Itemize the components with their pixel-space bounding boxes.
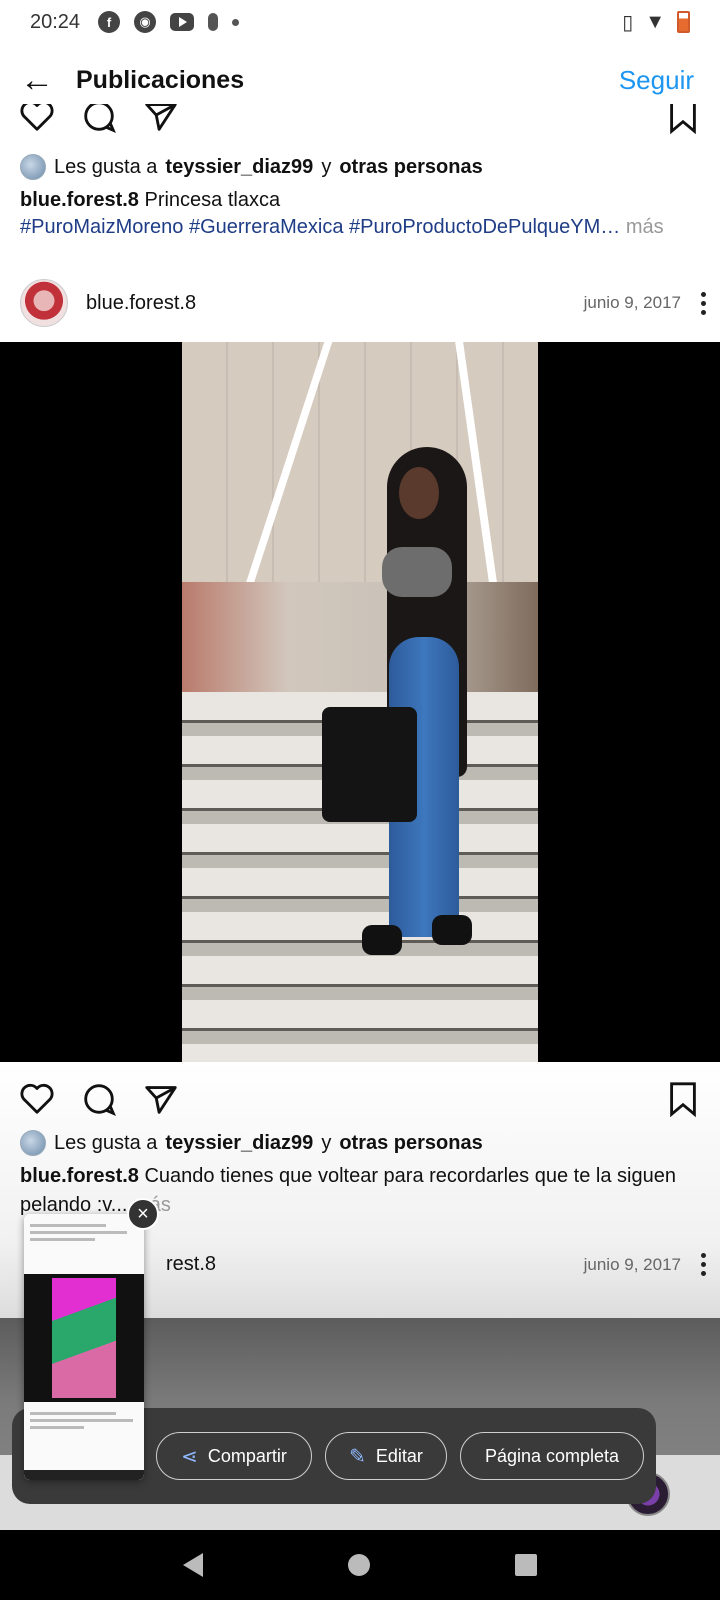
photo-bag — [322, 707, 417, 822]
edit-label: Editar — [375, 1445, 423, 1466]
follow-button[interactable]: Seguir — [619, 65, 694, 96]
photo-shoe — [432, 915, 472, 945]
post-date: junio 9, 2017 — [583, 1254, 681, 1274]
status-bar: 20:24 f ◉ ▯ ▼ — [0, 0, 720, 44]
likes-user-link[interactable]: teyssier_diaz99 — [165, 156, 313, 179]
likes-others-link[interactable]: otras personas — [339, 156, 482, 179]
share-send-icon[interactable] — [142, 1080, 180, 1118]
post-photo-container[interactable] — [0, 342, 720, 1062]
chrome-icon: ◉ — [134, 11, 157, 33]
liker-avatar[interactable] — [20, 154, 46, 180]
share-send-icon[interactable] — [142, 104, 180, 135]
photo-face — [399, 467, 439, 519]
nav-home-icon[interactable] — [347, 1554, 370, 1576]
post1-caption: blue.forest.8 Princesa tlaxca — [20, 186, 710, 215]
share-label: Compartir — [207, 1445, 287, 1466]
liker-avatar[interactable] — [20, 1130, 46, 1156]
post2-caption: blue.forest.8 Cuando tienes que voltear … — [20, 1162, 710, 1220]
system-navigation-bar — [0, 1530, 720, 1600]
like-heart-icon[interactable] — [18, 104, 56, 135]
post-author-username[interactable]: rest.8 — [166, 1253, 216, 1276]
full-page-label: Página completa — [484, 1445, 620, 1466]
post2-header: blue.forest.8 junio 9, 2017 — [20, 279, 706, 327]
post-author-username[interactable]: blue.forest.8 — [86, 292, 196, 315]
thumbnail-nav — [24, 1470, 144, 1480]
hashtag-links[interactable]: #PuroMaizMoreno #GuerreraMexica #PuroPro… — [20, 216, 620, 238]
status-time: 20:24 — [30, 10, 81, 33]
caption-username[interactable]: blue.forest.8 — [20, 1165, 139, 1187]
wifi-icon: ▼ — [645, 10, 665, 33]
page-title: Publicaciones — [76, 65, 245, 94]
microphone-icon — [208, 13, 219, 31]
caption-text: Princesa tlaxca — [144, 189, 281, 211]
more-notifications-icon — [232, 18, 240, 26]
post-author-avatar[interactable] — [20, 279, 68, 327]
notification-icons: f ◉ — [98, 11, 240, 33]
pencil-icon: ✎ — [349, 1445, 366, 1468]
edit-button[interactable]: ✎ Editar — [325, 1432, 447, 1480]
post2-likes: Les gusta a teyssier_diaz99 y otras pers… — [20, 1130, 483, 1156]
more-options-icon[interactable] — [701, 1253, 706, 1276]
likes-prefix: Les gusta a — [54, 1131, 158, 1154]
facebook-icon: f — [98, 11, 121, 33]
likes-joiner: y — [321, 155, 332, 178]
likes-joiner: y — [321, 1131, 332, 1154]
more-options-icon[interactable] — [701, 291, 706, 315]
post-date: junio 9, 2017 — [583, 293, 681, 312]
system-icons: ▯ ▼ — [622, 10, 690, 35]
likes-others-link[interactable]: otras personas — [339, 1132, 482, 1155]
comment-icon[interactable] — [80, 104, 118, 135]
thumbnail-footer — [24, 1402, 144, 1480]
share-button[interactable]: ⋖ Compartir — [156, 1432, 312, 1480]
photo-person — [322, 447, 477, 957]
thumbnail-image — [24, 1274, 144, 1402]
photo-shoe — [362, 925, 402, 955]
post1-likes: Les gusta a teyssier_diaz99 y otras pers… — [20, 154, 483, 180]
bookmark-icon[interactable] — [664, 104, 702, 135]
likes-user-link[interactable]: teyssier_diaz99 — [165, 1132, 313, 1155]
screenshot-thumbnail[interactable] — [24, 1214, 144, 1480]
post2-actions — [18, 1080, 702, 1118]
thumbnail-header — [24, 1214, 144, 1274]
post-photo[interactable] — [182, 342, 538, 1062]
battery-icon — [677, 11, 690, 33]
caption-username[interactable]: blue.forest.8 — [20, 189, 139, 211]
post1-actions — [18, 104, 702, 140]
more-link[interactable]: más — [626, 216, 664, 238]
likes-prefix: Les gusta a — [54, 155, 158, 178]
bookmark-icon[interactable] — [664, 1080, 702, 1118]
photo-top — [382, 547, 452, 597]
vibrate-icon: ▯ — [622, 11, 634, 34]
back-arrow-icon[interactable]: ← — [20, 63, 54, 97]
share-icon: ⋖ — [181, 1445, 198, 1468]
app-header: ← Publicaciones Seguir — [0, 52, 720, 108]
full-page-button[interactable]: Página completa — [460, 1432, 644, 1480]
nav-back-icon[interactable] — [182, 1553, 203, 1577]
comment-icon[interactable] — [80, 1080, 118, 1118]
youtube-icon — [170, 13, 195, 31]
close-thumbnail-icon[interactable]: × — [127, 1198, 159, 1230]
nav-recents-icon[interactable] — [515, 1554, 538, 1576]
photo-store-background — [182, 582, 538, 692]
like-heart-icon[interactable] — [18, 1080, 56, 1118]
photo-ceiling — [182, 342, 538, 602]
post1-hashtags: #PuroMaizMoreno #GuerreraMexica #PuroPro… — [20, 216, 710, 239]
